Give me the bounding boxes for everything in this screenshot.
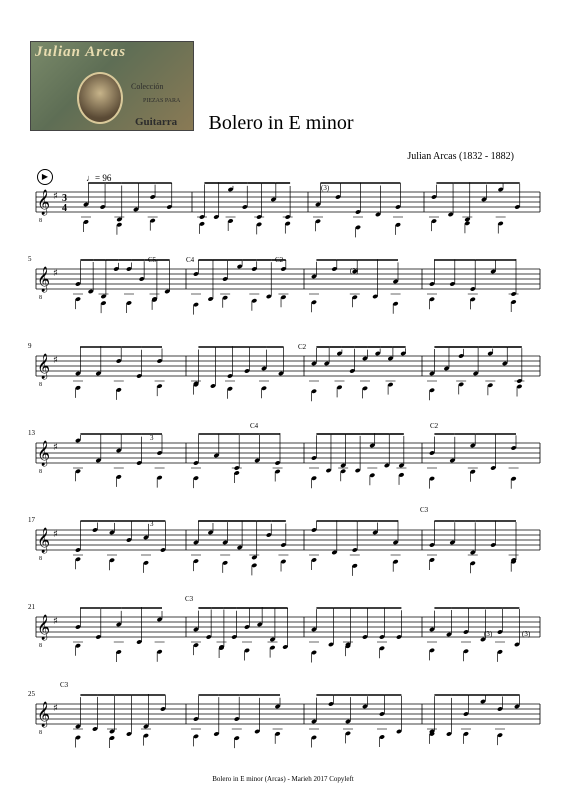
key-signature-sharp: ♯: [53, 442, 58, 453]
measure-number: 5: [28, 255, 32, 263]
annotation-c2a: C2: [275, 256, 284, 264]
annotation-c4b: C4: [250, 422, 259, 430]
annotation-trip2: 3: [150, 520, 154, 528]
annotation-c4a: C4: [186, 256, 195, 264]
treble-clef: 𝄞: [37, 189, 50, 215]
annotation-c2b: C2: [298, 343, 307, 351]
measure-number: 9: [28, 342, 32, 350]
annotation-c2c: C2: [430, 422, 439, 430]
annotation-f3d: (3): [522, 630, 531, 638]
annotation-f3b: (3): [350, 267, 359, 275]
time-signature-bottom: 4: [62, 203, 67, 214]
clef-octave-mark: 8: [39, 295, 42, 301]
annotation-c3a: C3: [420, 506, 429, 514]
treble-clef: 𝄞: [37, 266, 50, 292]
clef-octave-mark: 8: [39, 218, 42, 224]
treble-clef: 𝄞: [37, 440, 50, 466]
clef-octave-mark: 8: [39, 730, 42, 736]
annotation-c3c: C3: [60, 681, 69, 689]
annotation-c5: C5: [148, 256, 157, 264]
measure-number: 25: [28, 690, 36, 698]
measure-number: 21: [28, 603, 36, 611]
score: 𝄞 ♯834𝄞 ♯85𝄞 ♯89𝄞 ♯813𝄞 ♯817𝄞 ♯821𝄞 ♯825C5 C4 C2C…: [28, 182, 541, 749]
key-signature-sharp: ♯: [53, 616, 58, 627]
key-signature-sharp: ♯: [53, 191, 58, 202]
annotation-trip1: 3: [150, 434, 154, 442]
measure-number: 17: [28, 516, 36, 524]
treble-clef: 𝄞: [37, 353, 50, 379]
key-signature-sharp: ♯: [53, 703, 58, 714]
treble-clef: 𝄞: [37, 614, 50, 640]
annotation-f3c: (3): [484, 630, 493, 638]
treble-clef: 𝄞: [37, 527, 50, 553]
treble-clef: 𝄞: [37, 701, 50, 727]
footer: Bolero in E minor (Arcas) - Marieh 2017 …: [212, 775, 354, 783]
annotation-f3a: (3): [321, 184, 330, 192]
annotation-c3b: C3: [185, 595, 194, 603]
clef-octave-mark: 8: [39, 469, 42, 475]
measure-number: 13: [28, 429, 36, 437]
clef-octave-mark: 8: [39, 382, 42, 388]
key-signature-sharp: ♯: [53, 355, 58, 366]
clef-octave-mark: 8: [39, 556, 42, 562]
key-signature-sharp: ♯: [53, 268, 58, 279]
key-signature-sharp: ♯: [53, 529, 58, 540]
clef-octave-mark: 8: [39, 643, 42, 649]
